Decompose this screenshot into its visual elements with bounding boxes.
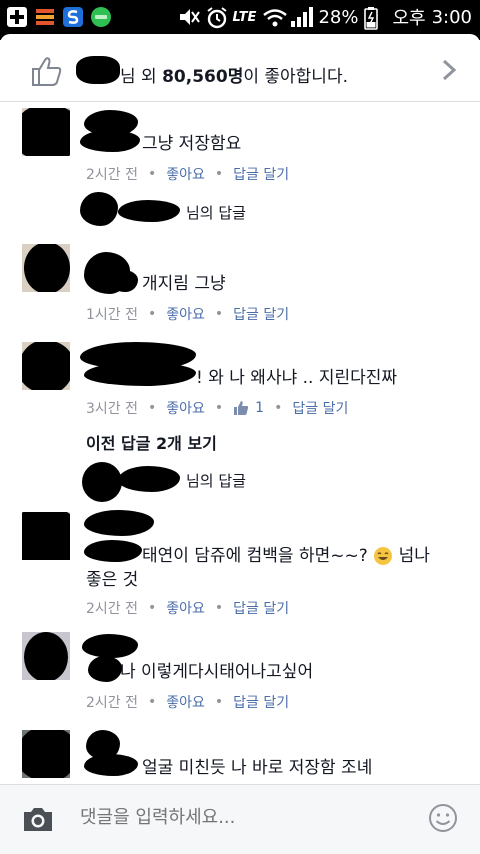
- signal-icon: [290, 6, 314, 28]
- comment-meta: 2시간 전 • 좋아요 • 답글 달기: [86, 598, 290, 618]
- avatar[interactable]: [22, 342, 70, 390]
- clock-ampm: 오후: [392, 8, 426, 29]
- battery-percent: 28%: [318, 6, 359, 28]
- wifi-icon: [262, 6, 288, 28]
- battery-icon: [364, 6, 386, 30]
- status-bar: LTE 28% 오후 3:00: [0, 0, 480, 34]
- stack-icon: [34, 6, 56, 28]
- like-count: 1: [233, 400, 264, 416]
- mute-icon: [177, 6, 200, 28]
- like-link[interactable]: 좋아요: [166, 692, 205, 712]
- comment-text: 얼굴 미친듯 나 바로 저장함 조녜: [142, 758, 373, 778]
- likes-suffix: 님 외: [120, 67, 163, 87]
- reply-link[interactable]: 답글 달기: [233, 598, 289, 618]
- s-app-icon: [62, 6, 84, 28]
- camera-icon[interactable]: [22, 805, 54, 833]
- comment-time: 2시간 전: [86, 601, 138, 617]
- avatar[interactable]: [22, 244, 70, 292]
- comment-time: 2시간 전: [86, 695, 138, 711]
- comment-text: 개지림 그냥: [142, 274, 226, 294]
- comment-meta: 1시간 전 • 좋아요 • 답글 달기: [86, 304, 290, 324]
- like-link[interactable]: 좋아요: [166, 164, 205, 184]
- like-link[interactable]: 좋아요: [166, 304, 205, 324]
- system-indicators: LTE 28% 오후 3:00: [177, 0, 472, 34]
- comment-meta: 2시간 전 • 좋아요 • 답글 달기: [86, 692, 290, 712]
- avatar[interactable]: [22, 730, 70, 778]
- chevron-right-icon[interactable]: [440, 58, 458, 82]
- notification-icons: [6, 5, 112, 29]
- avatar[interactable]: [22, 512, 70, 560]
- comment-text-line2: 좋은 것: [86, 570, 139, 590]
- reply-link[interactable]: 답글 달기: [233, 164, 289, 184]
- comment-time: 3시간 전: [86, 401, 138, 417]
- reply-to-label: 님의 답글: [186, 472, 246, 490]
- alarm-icon: [205, 6, 227, 29]
- lte-label: LTE: [232, 9, 257, 25]
- view-previous-replies[interactable]: 이전 답글 2개 보기: [86, 430, 217, 454]
- avatar[interactable]: [22, 108, 70, 156]
- comment-composer: [0, 784, 480, 854]
- comment-time: 1시간 전: [86, 307, 138, 323]
- comment-time: 2시간 전: [86, 167, 138, 183]
- comment-text-line1-end: 넘나: [398, 546, 430, 566]
- likes-header[interactable]: 님 외 80,560명이 좋아합니다.: [0, 40, 480, 102]
- reply-link[interactable]: 답글 달기: [292, 398, 348, 418]
- comment-text: 그냥 저장함요: [142, 134, 242, 154]
- reply-link[interactable]: 답글 달기: [233, 692, 289, 712]
- likes-tail: 이 좋아합니다.: [243, 67, 348, 87]
- comment-text: 태연이 담쥬에 컴백을 하면~~? 넘나: [142, 544, 430, 568]
- clock-time: 3:00: [431, 6, 472, 28]
- likes-summary: 님 외 80,560명이 좋아합니다.: [120, 62, 348, 87]
- reply-to-label: 님의 답글: [186, 204, 246, 222]
- like-link[interactable]: 좋아요: [166, 398, 205, 418]
- thumbs-up-icon: [30, 54, 64, 88]
- comment-text-line1: 태연이 담쥬에 컴백을 하면~~?: [142, 546, 368, 566]
- like-count-value: 1: [255, 400, 265, 416]
- reply-link[interactable]: 답글 달기: [233, 304, 289, 324]
- comment-meta: 3시간 전 • 좋아요 • 1 • 답글 달기: [86, 398, 349, 418]
- likes-count: 80,560명: [162, 67, 244, 87]
- comment-text: 나 이렇게다시태어나고싶어: [120, 662, 314, 682]
- smiley-icon[interactable]: [428, 803, 458, 833]
- like-link[interactable]: 좋아요: [166, 598, 205, 618]
- comment-meta: 2시간 전 • 좋아요 • 답글 달기: [86, 164, 290, 184]
- avatar[interactable]: [22, 632, 70, 680]
- smiley-emoji-icon: [373, 546, 393, 566]
- comment-text: ! 와 나 왜사냐 .. 지린다진짜: [196, 368, 398, 388]
- plus-icon: [6, 6, 28, 28]
- thumbs-up-icon: [234, 401, 249, 415]
- comment-input[interactable]: [80, 807, 380, 828]
- green-circle-icon: [90, 6, 112, 28]
